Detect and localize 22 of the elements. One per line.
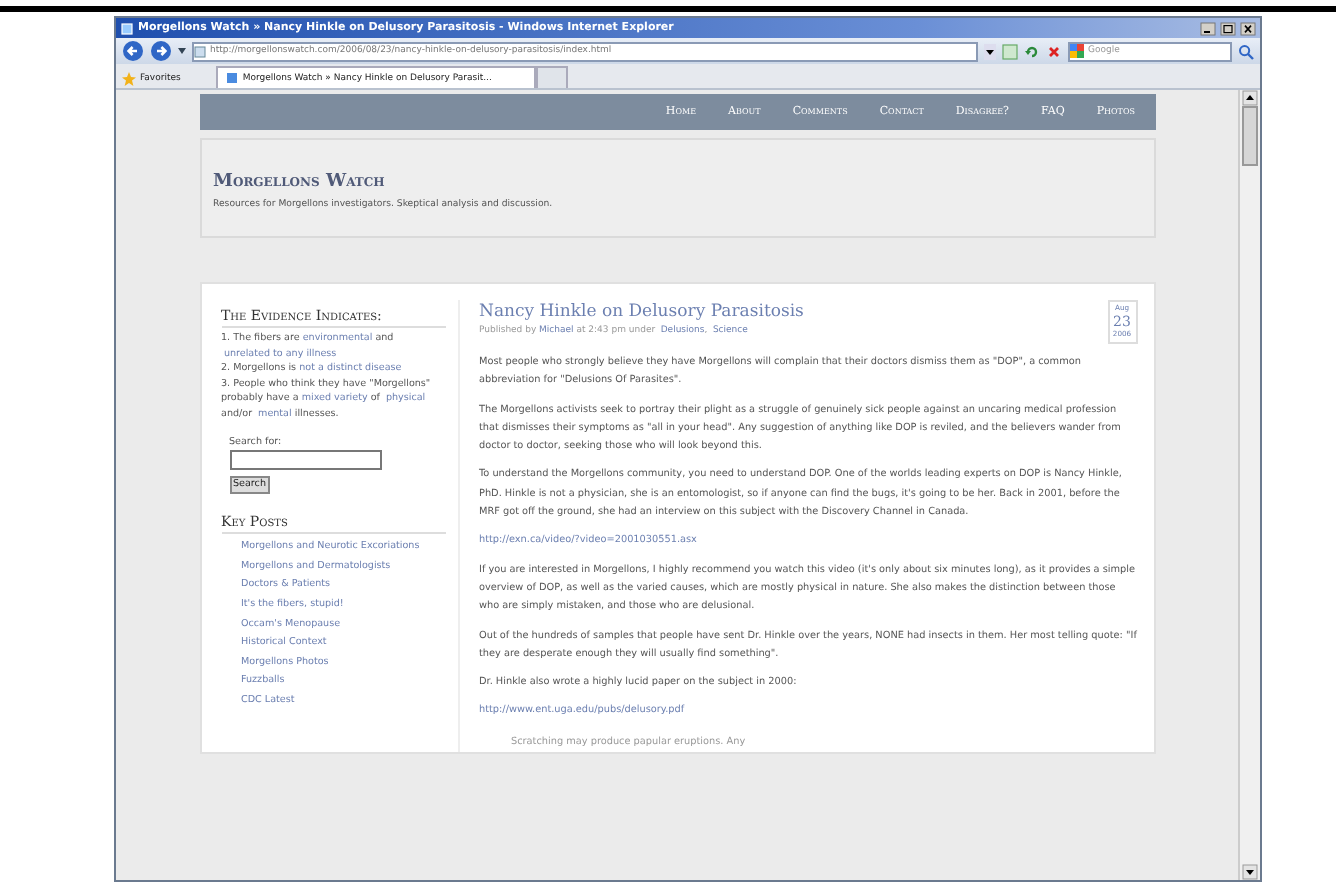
logo-icon — [1070, 44, 1084, 58]
stop-icon[interactable] — [1046, 43, 1062, 59]
caret-icon[interactable] — [178, 48, 186, 54]
page-icon — [120, 21, 134, 35]
search-input[interactable] — [229, 450, 381, 471]
minimize-icon[interactable] — [1200, 21, 1216, 35]
back-icon[interactable] — [122, 40, 144, 62]
page-icon — [226, 72, 239, 84]
post-title[interactable]: Nancy Hinkle on Delusory Parasitosis — [479, 300, 804, 324]
up-arrow-icon[interactable] — [1242, 90, 1258, 106]
page-icon — [194, 45, 206, 57]
star-icon — [122, 71, 136, 85]
search-icon[interactable] — [1238, 43, 1254, 59]
refresh-icon[interactable] — [1024, 43, 1040, 59]
scrollbar[interactable] — [1238, 90, 1260, 880]
close-icon[interactable] — [1240, 21, 1256, 35]
forward-icon[interactable] — [150, 40, 172, 62]
scroll-thumb[interactable] — [1242, 106, 1258, 166]
caret-icon[interactable] — [984, 43, 996, 59]
down-arrow-icon[interactable] — [1242, 864, 1258, 880]
maximize-icon[interactable] — [1220, 21, 1236, 35]
site-title[interactable]: Morgellons Watch — [213, 172, 385, 192]
